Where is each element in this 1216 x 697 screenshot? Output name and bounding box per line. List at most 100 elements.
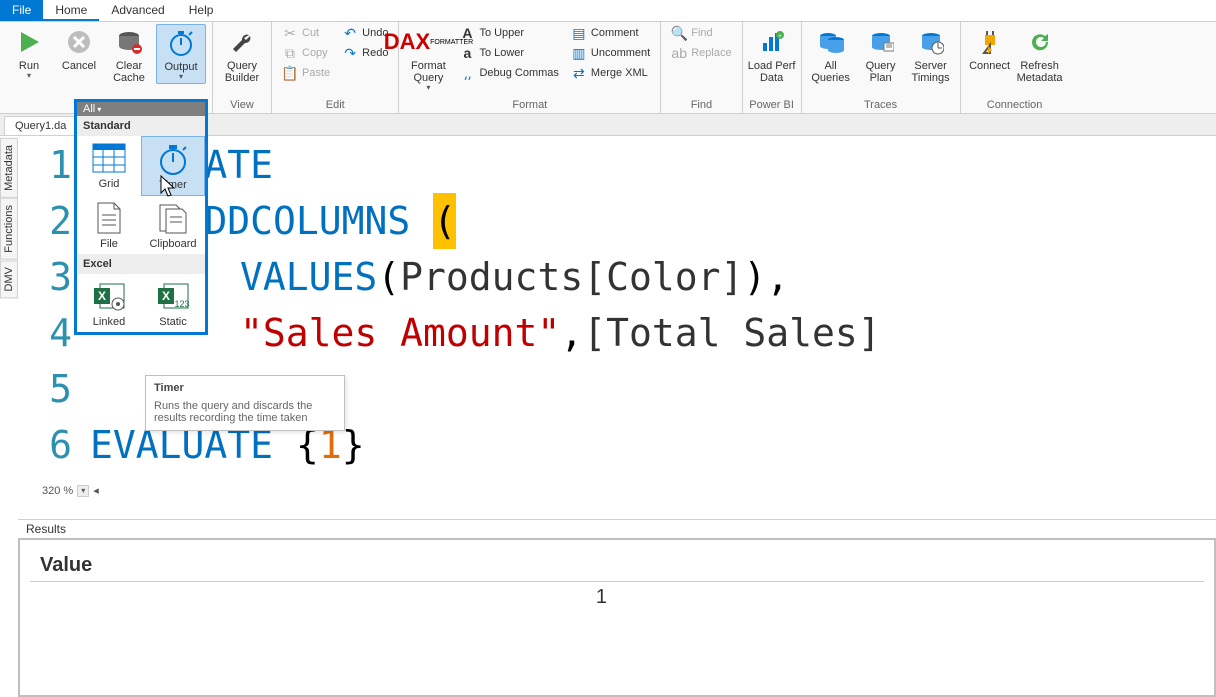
to-lower-button[interactable]: aTo Lower (455, 44, 562, 62)
search-icon: 🔍 (671, 25, 687, 41)
tooltip-body: Runs the query and discards the results … (154, 400, 336, 424)
results-tab[interactable]: Results (18, 520, 1216, 538)
token-identifier: Products[Color] (400, 249, 743, 305)
undo-icon: ↶ (342, 25, 358, 41)
play-icon (13, 26, 45, 58)
dropdown-icon: ▾ (426, 84, 430, 92)
output-option-clipboard[interactable]: Clipboard (141, 196, 205, 254)
results-column-header[interactable]: Value (30, 550, 617, 582)
token-function: VALUES (240, 249, 377, 305)
svg-text:123: 123 (174, 299, 189, 309)
timer-icon (165, 27, 197, 59)
load-perf-data-button[interactable]: + Load Perf Data (749, 24, 795, 86)
plan-icon (865, 26, 897, 58)
all-queries-button[interactable]: All Queries (808, 24, 854, 86)
load-perf-label: Load Perf Data (748, 60, 796, 84)
output-option-file[interactable]: File (77, 196, 141, 254)
side-tab-dmv[interactable]: DMV (0, 260, 18, 298)
results-panel: Results Value 1 (18, 519, 1216, 697)
letter-upper-icon: A (459, 25, 475, 41)
queries-icon (815, 26, 847, 58)
paste-icon: 📋 (282, 65, 298, 81)
side-tab-functions[interactable]: Functions (0, 198, 18, 260)
excel-static-icon: X123 (155, 278, 191, 314)
popup-section-excel: Excel (77, 254, 205, 274)
merge-xml-button[interactable]: ⇄Merge XML (567, 64, 654, 82)
tooltip-title: Timer (154, 382, 336, 394)
refresh-metadata-button[interactable]: Refresh Metadata (1017, 24, 1063, 86)
connect-button[interactable]: Connect (967, 24, 1013, 74)
query-plan-button[interactable]: Query Plan (858, 24, 904, 86)
server-timings-label: Server Timings (912, 60, 950, 84)
edit-group-label: Edit (278, 97, 392, 113)
dropdown-icon: ▾ (179, 73, 183, 81)
scissors-icon: ✂ (282, 25, 298, 41)
replace-button[interactable]: abReplace (667, 44, 735, 62)
side-tab-metadata[interactable]: Metadata (0, 138, 18, 198)
server-timings-button[interactable]: Server Timings (908, 24, 954, 86)
token-identifier: [Total Sales] (583, 305, 880, 361)
comma-icon: ⸲⸲ (459, 65, 475, 81)
copy-button[interactable]: ⧉Copy (278, 44, 334, 62)
query-builder-button[interactable]: Query Builder (219, 24, 265, 86)
output-button[interactable]: Output ▾ (156, 24, 206, 84)
chart-icon: + (756, 26, 788, 58)
cancel-label: Cancel (62, 60, 96, 72)
output-dropdown-popup: All▾ Standard Grid Timer File Clipboard … (74, 99, 208, 335)
find-group-label: Find (667, 97, 735, 113)
cancel-button[interactable]: Cancel (56, 24, 102, 74)
output-option-linked[interactable]: X Linked (77, 274, 141, 332)
dropdown-icon: ▾ (27, 72, 31, 80)
output-option-static[interactable]: X123 Static (141, 274, 205, 332)
clear-cache-label: Clear Cache (113, 60, 145, 84)
wrench-icon (226, 26, 258, 58)
query-plan-label: Query Plan (866, 60, 896, 84)
output-option-grid[interactable]: Grid (77, 136, 141, 196)
scroll-left-icon[interactable]: ◂ (93, 484, 99, 497)
document-tab[interactable]: Query1.da (4, 116, 77, 135)
zoom-indicator[interactable]: 320 % ▾ ◂ (42, 484, 99, 497)
timer-icon (155, 141, 191, 177)
token-string: "Sales Amount" (240, 305, 560, 361)
cut-button[interactable]: ✂Cut (278, 24, 334, 42)
menu-file[interactable]: File (0, 0, 43, 21)
zoom-dropdown-icon[interactable]: ▾ (77, 485, 89, 497)
menu-home[interactable]: Home (43, 0, 99, 21)
token-paren: ( (433, 193, 456, 249)
server-timings-icon (915, 26, 947, 58)
to-upper-button[interactable]: ATo Upper (455, 24, 562, 42)
token-function: ADDCOLUMNS (182, 193, 411, 249)
letter-lower-icon: a (459, 45, 475, 61)
find-button[interactable]: 🔍Find (667, 24, 735, 42)
comment-icon: ▤ (571, 25, 587, 41)
menu-advanced[interactable]: Advanced (99, 0, 176, 21)
side-tabs: Metadata Functions DMV (0, 138, 18, 298)
results-cell[interactable]: 1 (30, 582, 617, 614)
refresh-icon (1024, 26, 1056, 58)
run-button[interactable]: Run ▾ (6, 24, 52, 82)
format-group-label: Format (405, 97, 654, 113)
powerbi-group-label: Power BI (749, 97, 795, 113)
uncomment-button[interactable]: ▥Uncomment (567, 44, 654, 62)
format-query-button[interactable]: DAXFORMATTER Format Query ▾ (405, 24, 451, 94)
clear-cache-button[interactable]: Clear Cache (106, 24, 152, 86)
dax-formatter-icon: DAXFORMATTER (412, 26, 444, 58)
comment-button[interactable]: ▤Comment (567, 24, 654, 42)
format-query-label: Format Query (411, 60, 446, 84)
debug-commas-button[interactable]: ⸲⸲Debug Commas (455, 64, 562, 82)
connect-label: Connect (969, 60, 1010, 72)
paste-button[interactable]: 📋Paste (278, 64, 334, 82)
output-option-timer[interactable]: Timer (141, 136, 205, 196)
svg-text:X: X (98, 289, 106, 303)
copy-icon: ⧉ (282, 45, 298, 61)
menu-help[interactable]: Help (177, 0, 226, 21)
all-queries-label: All Queries (811, 60, 850, 84)
popup-section-standard: Standard (77, 116, 205, 136)
tooltip: Timer Runs the query and discards the re… (145, 375, 345, 431)
popup-all-selector[interactable]: All▾ (77, 102, 205, 116)
query-builder-label: Query Builder (225, 60, 259, 84)
plug-icon (974, 26, 1006, 58)
svg-text:+: + (778, 34, 782, 40)
cancel-icon (63, 26, 95, 58)
merge-icon: ⇄ (571, 65, 587, 81)
